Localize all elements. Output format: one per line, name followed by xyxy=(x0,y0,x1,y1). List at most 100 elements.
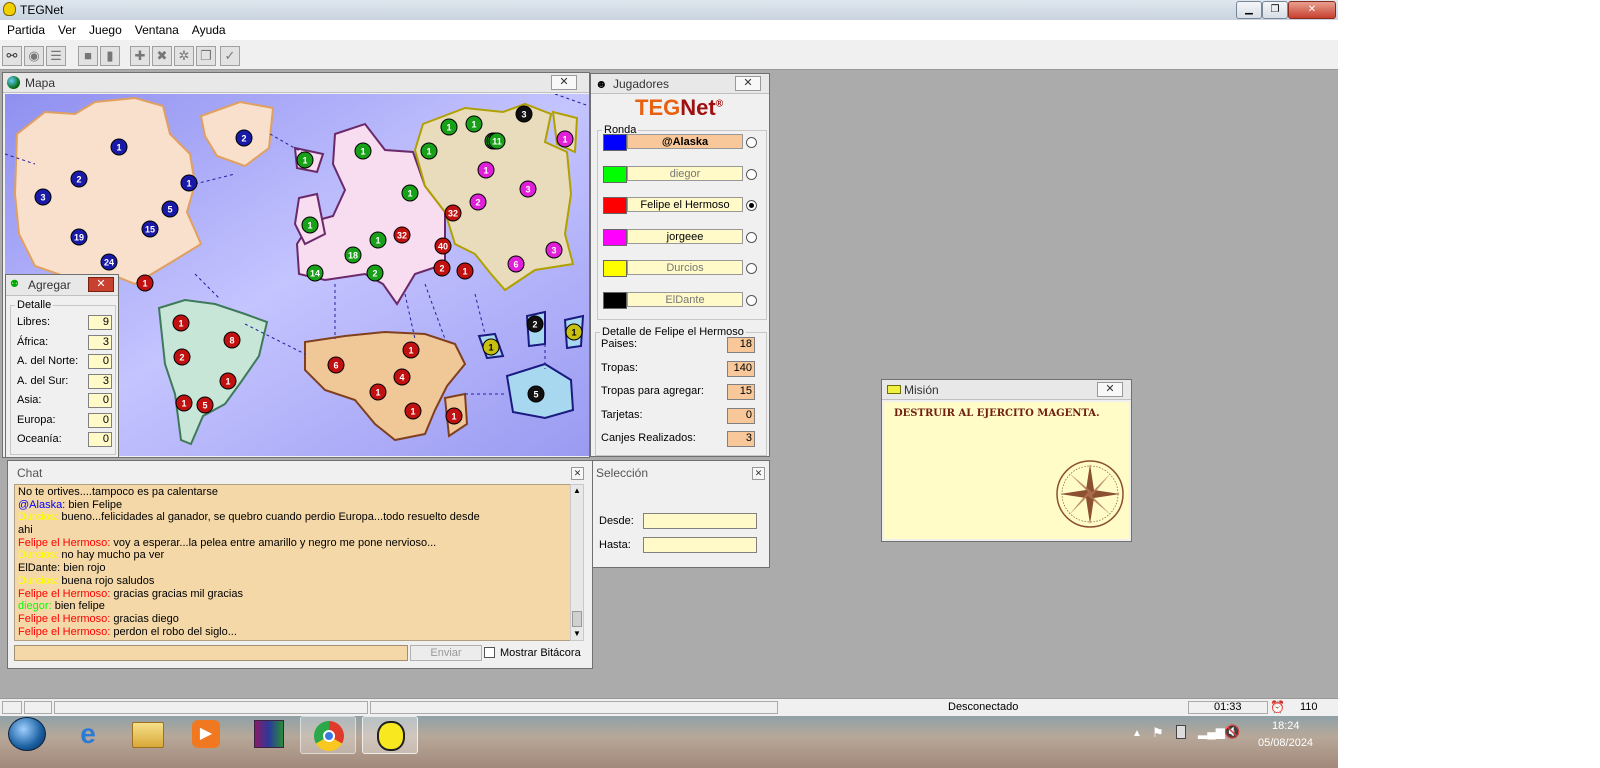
player-turn-radio[interactable] xyxy=(746,137,757,148)
army-marker-magenta[interactable]: 1 xyxy=(556,130,574,148)
desde-field[interactable] xyxy=(643,513,757,529)
army-marker-black[interactable]: 5 xyxy=(527,385,545,403)
army-marker-blue[interactable]: 24 xyxy=(100,253,118,271)
army-marker-black[interactable]: 2 xyxy=(526,315,544,333)
file-explorer-icon[interactable] xyxy=(132,722,164,748)
army-marker-green[interactable]: 11 xyxy=(488,132,506,150)
internet-explorer-icon[interactable]: e xyxy=(70,718,106,750)
player-turn-radio[interactable] xyxy=(746,294,757,306)
map-close-button[interactable]: ✕ xyxy=(551,75,577,90)
army-marker-green[interactable]: 1 xyxy=(465,115,483,133)
maximize-button[interactable]: ❐ xyxy=(1262,1,1288,19)
army-marker-blue[interactable]: 5 xyxy=(161,200,179,218)
army-marker-yellow[interactable]: 1 xyxy=(565,323,583,341)
army-marker-red[interactable]: 1 xyxy=(445,407,463,425)
army-marker-red[interactable]: 2 xyxy=(433,259,451,277)
army-marker-green[interactable]: 1 xyxy=(369,231,387,249)
player-name[interactable]: diegor xyxy=(627,165,743,181)
army-marker-magenta[interactable]: 3 xyxy=(519,180,537,198)
army-marker-magenta[interactable]: 2 xyxy=(469,193,487,211)
army-marker-green[interactable]: 1 xyxy=(440,118,458,136)
army-marker-green[interactable]: 1 xyxy=(420,142,438,160)
menu-juego[interactable]: Juego xyxy=(82,20,128,37)
jugadores-close-button[interactable]: ✕ xyxy=(735,76,761,91)
army-marker-green[interactable]: 14 xyxy=(306,264,324,282)
menu-ventana[interactable]: Ventana xyxy=(128,20,185,37)
disconnect-icon[interactable]: ◉ xyxy=(24,46,44,66)
list-icon[interactable]: ☰ xyxy=(46,46,66,66)
army-marker-red[interactable]: 1 xyxy=(136,274,154,292)
card-icon[interactable]: ❐ xyxy=(196,46,216,66)
add-troops-icon[interactable]: ✚ xyxy=(130,46,150,66)
army-marker-green[interactable]: 1 xyxy=(301,216,319,234)
tegnet-taskbar-icon[interactable] xyxy=(362,716,418,754)
army-marker-red[interactable]: 32 xyxy=(444,204,462,222)
army-marker-green[interactable]: 2 xyxy=(366,264,384,282)
chat-input[interactable] xyxy=(14,645,408,661)
start-icon[interactable]: ■ xyxy=(78,46,98,66)
army-marker-blue[interactable]: 2 xyxy=(235,129,253,147)
minimize-button[interactable]: ▁ xyxy=(1236,1,1262,19)
army-marker-red[interactable]: 6 xyxy=(327,356,345,374)
player-name[interactable]: @Alaska xyxy=(627,134,743,149)
tray-network-icon[interactable]: ▂▄▆ xyxy=(1198,725,1225,739)
chrome-icon[interactable] xyxy=(300,716,356,754)
menu-ver[interactable]: Ver xyxy=(51,20,82,37)
taskbar-clock-time[interactable]: 18:24 xyxy=(1272,720,1300,732)
send-button[interactable]: Enviar xyxy=(410,645,482,661)
agregar-close-button[interactable]: ✕ xyxy=(88,277,114,292)
menu-partida[interactable]: Partida xyxy=(0,20,51,37)
army-marker-green[interactable]: 18 xyxy=(344,246,362,264)
army-marker-magenta[interactable]: 3 xyxy=(545,241,563,259)
seleccion-close-button[interactable]: ✕ xyxy=(752,467,765,480)
army-marker-red[interactable]: 1 xyxy=(402,341,420,359)
player-turn-radio[interactable] xyxy=(746,263,757,274)
army-marker-green[interactable]: 1 xyxy=(401,184,419,202)
army-marker-blue[interactable]: 2 xyxy=(70,170,88,188)
chat-close-button[interactable]: ✕ xyxy=(571,467,584,480)
media-player-icon[interactable]: ▶ xyxy=(192,720,220,748)
mision-close-button[interactable]: ✕ xyxy=(1097,382,1123,397)
army-marker-red[interactable]: 32 xyxy=(393,226,411,244)
scroll-up-icon[interactable]: ▲ xyxy=(573,486,581,495)
army-marker-red[interactable]: 1 xyxy=(369,383,387,401)
army-marker-black[interactable]: 3 xyxy=(515,105,533,123)
army-marker-red[interactable]: 1 xyxy=(219,372,237,390)
player-turn-radio[interactable] xyxy=(746,231,757,243)
army-marker-blue[interactable]: 3 xyxy=(34,188,52,206)
player-name[interactable]: Felipe el Hermoso xyxy=(627,197,743,212)
army-marker-red[interactable]: 1 xyxy=(456,262,474,280)
scroll-down-icon[interactable]: ▼ xyxy=(573,629,581,638)
army-marker-red[interactable]: 5 xyxy=(196,396,214,414)
stop-icon[interactable]: ▮ xyxy=(100,46,120,66)
army-marker-green[interactable]: 1 xyxy=(296,151,314,169)
army-marker-magenta[interactable]: 1 xyxy=(477,161,495,179)
regroup-icon[interactable]: ✲ xyxy=(174,46,194,66)
player-name[interactable]: jorgeee xyxy=(627,228,743,244)
chat-scrollbar[interactable]: ▲ ▼ xyxy=(570,484,584,641)
connect-icon[interactable]: ⚯ xyxy=(2,46,22,66)
army-marker-red[interactable]: 8 xyxy=(223,331,241,349)
army-marker-red[interactable]: 1 xyxy=(404,402,422,420)
army-marker-red[interactable]: 40 xyxy=(434,237,452,255)
army-marker-green[interactable]: 1 xyxy=(354,142,372,160)
army-marker-blue[interactable]: 15 xyxy=(141,220,159,238)
player-turn-radio[interactable] xyxy=(746,200,757,211)
end-turn-icon[interactable]: ✓ xyxy=(220,46,240,66)
tray-volume-muted-icon[interactable]: 🔇 xyxy=(1224,724,1240,740)
winrar-icon[interactable] xyxy=(254,720,284,748)
player-name[interactable]: Durcios xyxy=(627,260,743,275)
army-marker-yellow[interactable]: 1 xyxy=(482,338,500,356)
close-button[interactable]: ✕ xyxy=(1288,1,1336,19)
taskbar-clock-date[interactable]: 05/08/2024 xyxy=(1258,737,1313,749)
attack-icon[interactable]: ✖ xyxy=(152,46,172,66)
army-marker-magenta[interactable]: 6 xyxy=(507,255,525,273)
tray-flag-icon[interactable]: ⚑ xyxy=(1152,725,1164,741)
army-marker-blue[interactable]: 1 xyxy=(180,174,198,192)
scroll-thumb[interactable] xyxy=(572,611,582,627)
chat-log[interactable]: No te ortives....tampoco es pa calentars… xyxy=(14,484,574,641)
start-button-icon[interactable] xyxy=(8,717,46,751)
army-marker-red[interactable]: 4 xyxy=(393,368,411,386)
player-name[interactable]: ElDante xyxy=(627,291,743,307)
menu-ayuda[interactable]: Ayuda xyxy=(185,20,232,37)
